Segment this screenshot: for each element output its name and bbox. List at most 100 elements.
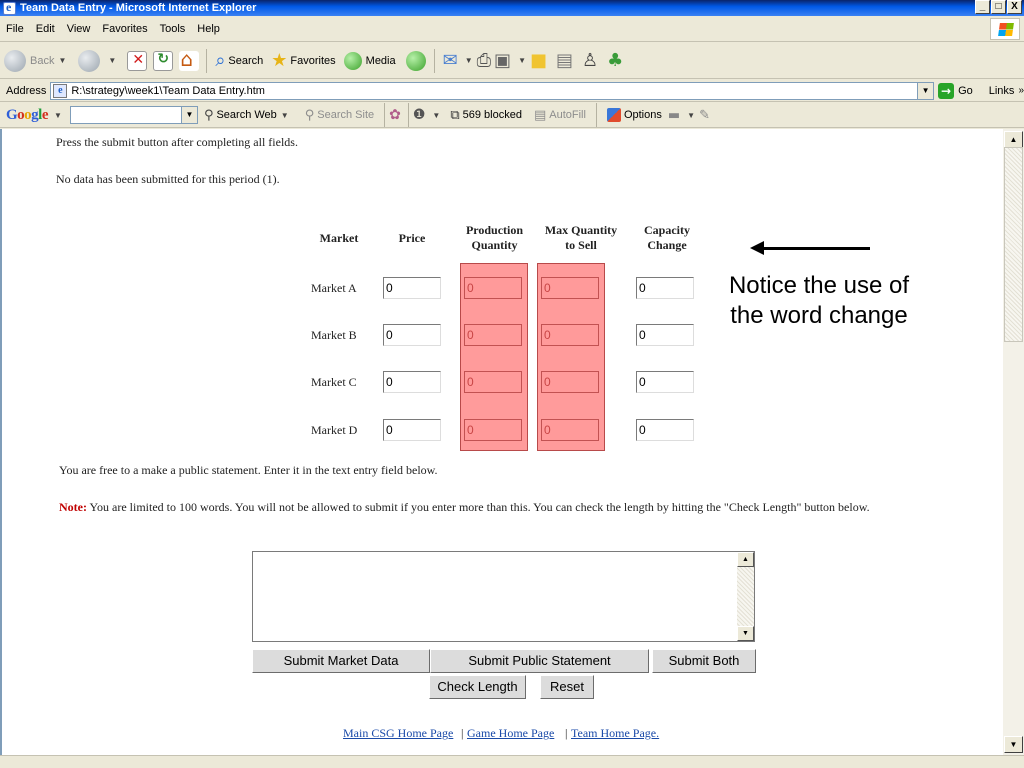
edit-icon[interactable]: ▣ <box>494 50 511 71</box>
textarea-scrollbar[interactable]: ▲ ▼ <box>737 552 754 641</box>
production-input-d[interactable]: 0 <box>464 419 522 441</box>
autofill-icon: ▤ <box>533 107 547 123</box>
maxsell-input-d[interactable]: 0 <box>541 419 599 441</box>
row-label-market-c: Market C <box>311 375 357 389</box>
window-controls: _ □ X <box>975 0 1022 14</box>
note-label: Note: <box>59 500 87 514</box>
game-home-link[interactable]: Game Home Page <box>467 726 554 741</box>
menu-view[interactable]: View <box>61 23 97 35</box>
title-bar: Team Data Entry - Microsoft Internet Exp… <box>0 0 1024 16</box>
capacity-input-a[interactable]: 0 <box>636 277 694 299</box>
chevron-down-icon[interactable]: ▼ <box>465 56 473 65</box>
chevron-down-icon[interactable]: ▼ <box>518 56 526 65</box>
folder-icon[interactable]: ■ <box>530 50 547 71</box>
scroll-up-icon[interactable]: ▲ <box>1004 131 1023 148</box>
price-input-c[interactable]: 0 <box>383 371 441 393</box>
messenger-icon[interactable]: ♙ <box>582 50 598 71</box>
maxsell-input-a[interactable]: 0 <box>541 277 599 299</box>
go-label: Go <box>958 84 973 97</box>
price-input-b[interactable]: 0 <box>383 324 441 346</box>
address-input[interactable]: e R:\strategy\week1\Team Data Entry.htm … <box>50 81 935 100</box>
chevron-down-icon[interactable]: ▼ <box>180 107 197 123</box>
chevron-down-icon[interactable]: ▼ <box>687 111 695 120</box>
mail-icon[interactable]: ✉ <box>443 50 458 71</box>
page-icon: e <box>53 83 68 98</box>
menu-file[interactable]: File <box>0 23 30 35</box>
menu-favorites[interactable]: Favorites <box>96 23 153 35</box>
autofill-button[interactable]: ▤ AutoFill <box>528 108 592 123</box>
minimize-button[interactable]: _ <box>975 0 990 14</box>
row-label-market-b: Market B <box>311 328 357 342</box>
submit-both-button[interactable]: Submit Both <box>652 649 756 673</box>
page-scrollbar[interactable]: ▲ ▼ <box>1003 129 1024 755</box>
address-label: Address <box>6 84 47 97</box>
chevron-right-icon[interactable]: » <box>1018 85 1024 96</box>
search-web-button[interactable]: ⚲ Search Web ▼ <box>198 108 299 123</box>
header-price: Price <box>398 231 426 245</box>
popup-blocker-button[interactable]: ⧉ 569 blocked <box>444 108 528 123</box>
options-button[interactable]: Options <box>601 108 668 122</box>
menu-help[interactable]: Help <box>191 23 226 35</box>
search-site-icon: ⚲ <box>304 107 315 123</box>
maxsell-input-c[interactable]: 0 <box>541 371 599 393</box>
favorites-label: Favorites <box>290 54 336 67</box>
history-icon[interactable] <box>405 50 426 71</box>
row-label-market-a: Market A <box>311 281 357 295</box>
capacity-input-b[interactable]: 0 <box>636 324 694 346</box>
chevron-down-icon[interactable]: ▼ <box>54 111 62 120</box>
toolbar-separator <box>433 48 435 73</box>
team-home-link[interactable]: Team Home Page. <box>571 726 659 741</box>
media-button[interactable]: Media <box>340 47 400 75</box>
capacity-input-d[interactable]: 0 <box>636 419 694 441</box>
favorites-button[interactable]: ★ Favorites <box>267 47 339 75</box>
production-input-b[interactable]: 0 <box>464 324 522 346</box>
toolbar-separator <box>407 103 409 127</box>
folder-icon[interactable]: ▬ <box>668 108 680 123</box>
menu-edit[interactable]: Edit <box>30 23 61 35</box>
pencil-icon[interactable]: ✎ <box>699 108 710 123</box>
scroll-down-icon[interactable]: ▼ <box>737 626 754 641</box>
research-icon[interactable]: ▤ <box>556 50 573 71</box>
submit-market-data-button[interactable]: Submit Market Data <box>252 649 430 673</box>
links-button[interactable]: Links <box>989 85 1015 97</box>
public-statement-textarea[interactable]: ▲ ▼ <box>252 551 755 642</box>
price-input-d[interactable]: 0 <box>383 419 441 441</box>
menu-tools[interactable]: Tools <box>154 23 192 35</box>
production-input-a[interactable]: 0 <box>464 277 522 299</box>
close-button[interactable]: X <box>1007 0 1022 14</box>
capacity-input-c[interactable]: 0 <box>636 371 694 393</box>
news-icon[interactable]: ✿ <box>389 107 401 123</box>
chevron-down-icon[interactable]: ▼ <box>432 111 440 120</box>
google-search-input[interactable]: ▼ <box>69 106 198 124</box>
maxsell-input-b[interactable]: 0 <box>541 324 599 346</box>
scrollbar-thumb[interactable] <box>1004 147 1023 342</box>
instruction-text: Press the submit button after completing… <box>56 135 298 149</box>
back-button[interactable]: Back ▼ <box>0 47 74 75</box>
home-icon[interactable] <box>179 47 200 71</box>
scroll-down-icon[interactable]: ▼ <box>1004 736 1023 753</box>
info-icon[interactable]: ❶ <box>413 107 426 123</box>
search-site-button[interactable]: ⚲ Search Site <box>299 108 380 123</box>
status-bar <box>0 755 1024 768</box>
print-icon[interactable]: ⎙ <box>477 50 491 71</box>
search-button[interactable]: ⌕ Search <box>211 47 267 75</box>
main-csg-home-link[interactable]: Main CSG Home Page <box>343 726 453 741</box>
google-logo[interactable]: Google <box>0 107 50 124</box>
reset-button[interactable]: Reset <box>540 675 594 699</box>
search-icon: ⌕ <box>215 50 226 71</box>
submit-public-statement-button[interactable]: Submit Public Statement <box>430 649 649 673</box>
scroll-up-icon[interactable]: ▲ <box>737 552 754 567</box>
production-input-c[interactable]: 0 <box>464 371 522 393</box>
go-button[interactable]: → Go <box>938 82 973 99</box>
stop-icon[interactable] <box>127 50 148 71</box>
forward-button[interactable]: ▼ <box>74 47 124 75</box>
price-input-a[interactable]: 0 <box>383 277 441 299</box>
check-length-button[interactable]: Check Length <box>429 675 526 699</box>
chevron-down-icon[interactable]: ▼ <box>917 82 934 99</box>
refresh-icon[interactable] <box>153 50 174 71</box>
toolbar-separator <box>206 48 208 73</box>
maximize-button[interactable]: □ <box>991 0 1006 14</box>
options-icon <box>606 108 621 122</box>
search-web-label: Search Web <box>216 109 277 121</box>
contacts-icon[interactable]: ♣ <box>607 50 623 71</box>
